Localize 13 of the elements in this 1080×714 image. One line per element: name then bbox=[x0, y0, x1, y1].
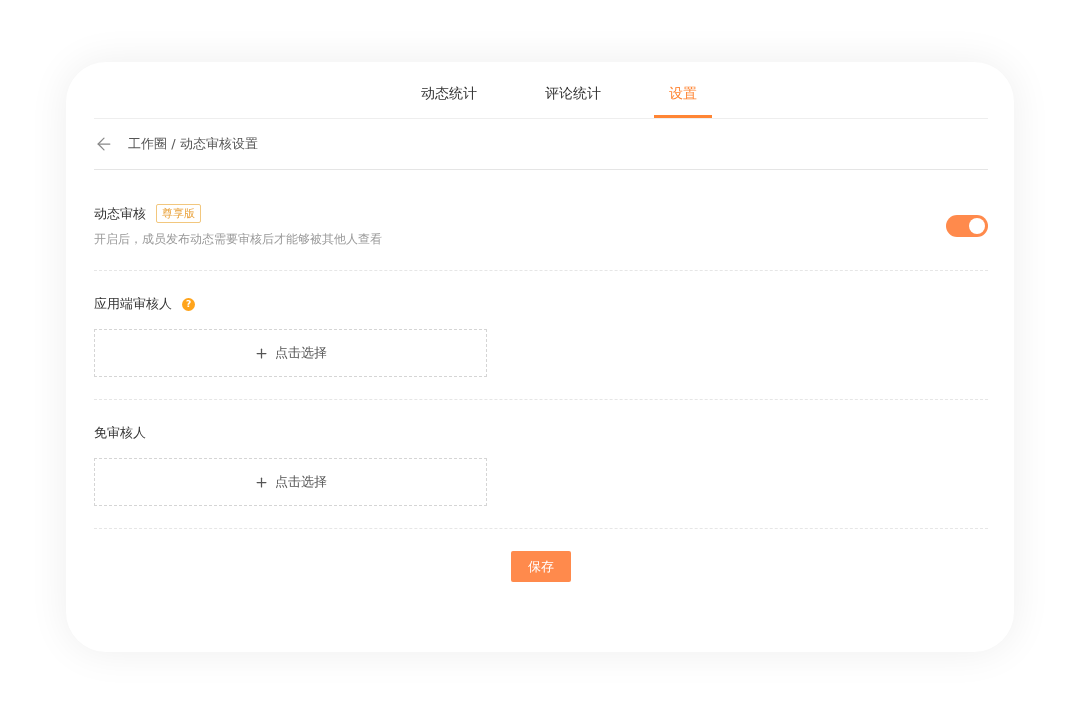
edition-badge: 尊享版 bbox=[156, 204, 201, 223]
breadcrumb: 工作圈 / 动态审核设置 bbox=[128, 135, 258, 153]
field-label: 免审核人 bbox=[94, 424, 146, 442]
tab[interactable]: 评论统计 bbox=[530, 85, 616, 118]
setting-title: 动态审核 bbox=[94, 204, 146, 223]
tab[interactable]: 动态统计 bbox=[406, 85, 492, 118]
select-button[interactable]: 点击选择 bbox=[94, 458, 487, 506]
plus-icon bbox=[254, 474, 269, 490]
toggle-switch[interactable] bbox=[946, 215, 988, 237]
field-label: 应用端审核人 bbox=[94, 295, 172, 313]
plus-icon bbox=[254, 345, 269, 361]
setting-description: 开启后，成员发布动态需要审核后才能够被其他人查看 bbox=[94, 231, 382, 248]
select-button[interactable]: 点击选择 bbox=[94, 329, 487, 377]
